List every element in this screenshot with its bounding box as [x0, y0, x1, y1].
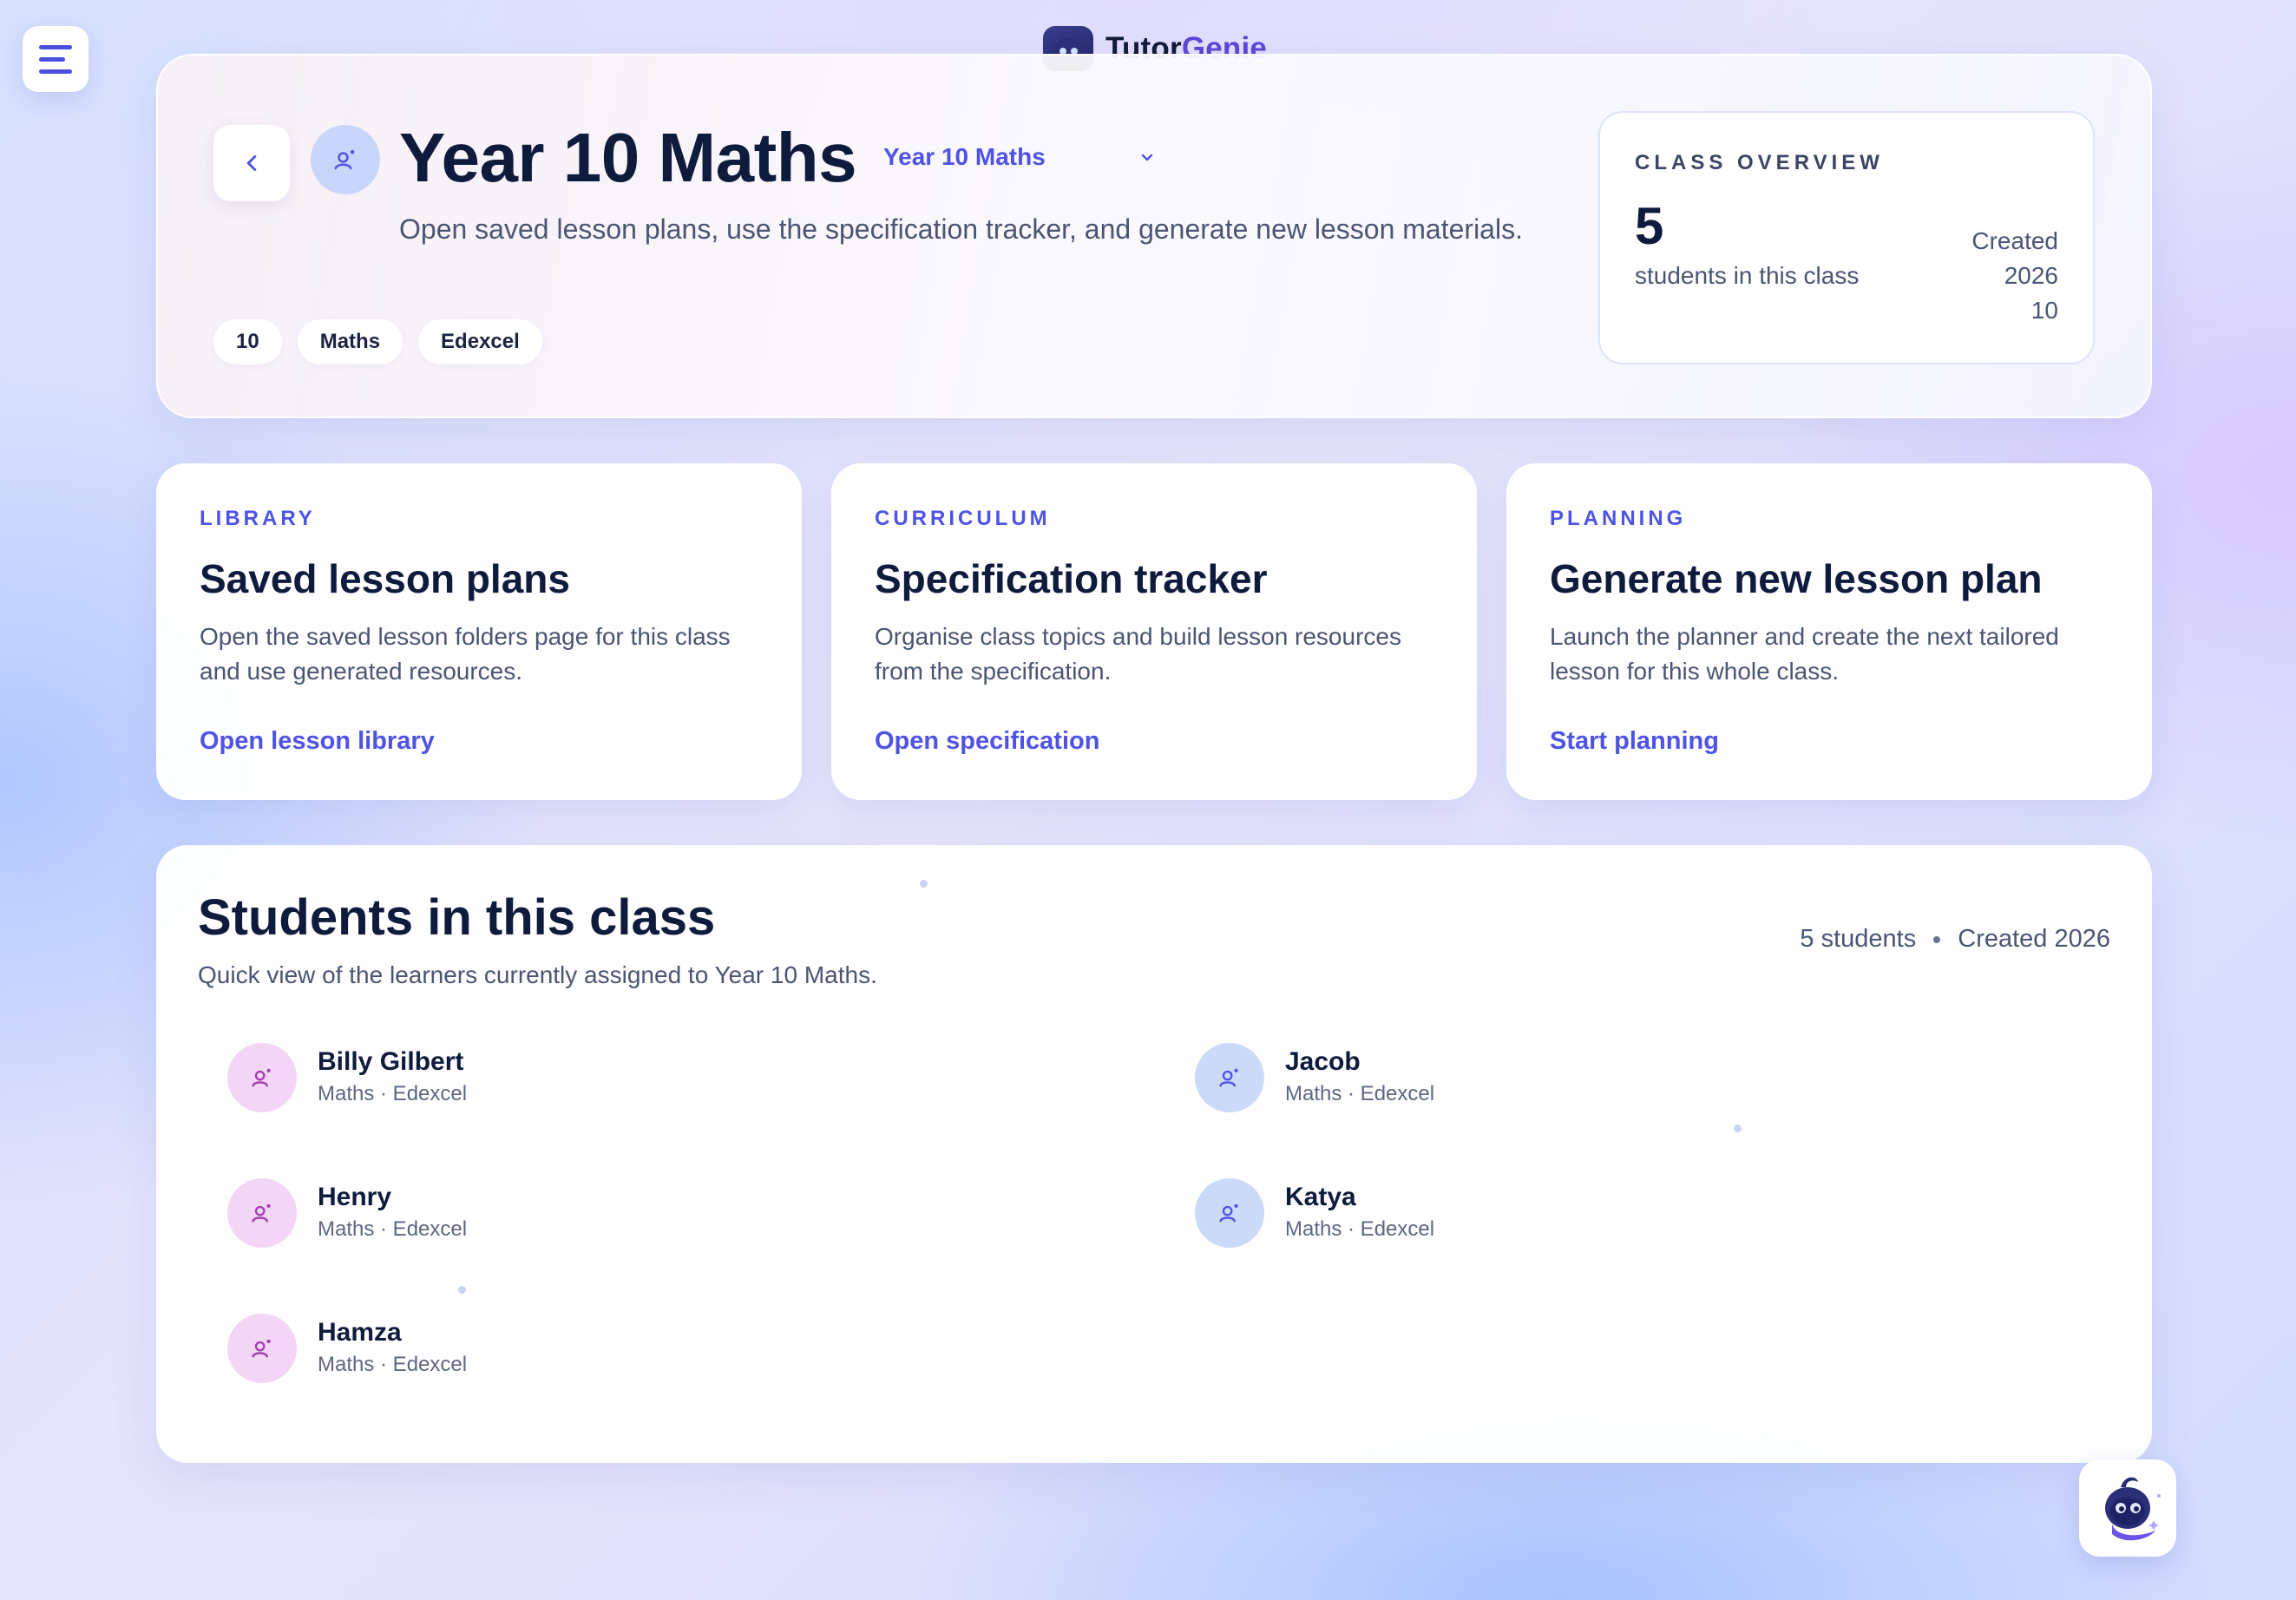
- overview-year-group: 10: [2030, 297, 2058, 324]
- student-name: Billy Gilbert: [318, 1047, 464, 1076]
- student-avatar: [1195, 1043, 1264, 1112]
- students-count: 5 students: [1800, 925, 1917, 953]
- card-curriculum: CURRICULUM Specification tracker Organis…: [831, 463, 1477, 800]
- student-name: Katya: [1285, 1183, 1356, 1211]
- student-row-billy-gilbert[interactable]: Billy Gilbert Maths · Edexcel: [156, 1026, 764, 1130]
- card-title: Saved lesson plans: [200, 556, 570, 601]
- action-cards: LIBRARY Saved lesson plans Open the save…: [156, 463, 2152, 800]
- student-icon: [334, 150, 355, 170]
- card-title: Specification tracker: [875, 556, 1268, 601]
- students-meta: 5 students Created 2026: [1800, 925, 2110, 954]
- overview-meta: Created 2026 10: [1971, 224, 2058, 328]
- class-avatar: [311, 125, 380, 194]
- genie-assistant-icon: [2105, 1477, 2161, 1541]
- student-detail: Maths · Edexcel: [318, 1082, 468, 1105]
- card-planning: PLANNING Generate new lesson plan Launch…: [1506, 463, 2152, 800]
- tag-year: 10: [213, 319, 282, 364]
- student-count-label: students in this class: [1635, 262, 1860, 289]
- class-select-value: Year 10 Maths: [883, 143, 1046, 170]
- tag-subject: Maths: [297, 319, 403, 364]
- student-avatar: [1195, 1178, 1264, 1248]
- student-icon: [252, 1068, 271, 1087]
- overview-heading: CLASS OVERVIEW: [1635, 151, 1884, 174]
- chevron-left-icon: [246, 155, 257, 171]
- open-specification-link[interactable]: Open specification: [875, 727, 1099, 756]
- class-overview-card: CLASS OVERVIEW 5 students in this class …: [1598, 111, 2095, 364]
- student-name: Jacob: [1285, 1047, 1361, 1076]
- card-title: Generate new lesson plan: [1550, 556, 2043, 601]
- decorative-dot: [1734, 1125, 1742, 1132]
- tag-exam-board: Edexcel: [418, 319, 542, 364]
- student-avatar: [227, 1178, 297, 1248]
- menu-line: [39, 56, 65, 62]
- student-row-katya[interactable]: Katya Maths · Edexcel: [1124, 1161, 1731, 1265]
- menu-button[interactable]: [23, 26, 89, 92]
- overview-created-label: Created: [1971, 227, 2058, 254]
- overview-created-year: 2026: [2004, 262, 2058, 289]
- page-description: Open saved lesson plans, use the specifi…: [399, 213, 1523, 245]
- student-avatar: [227, 1314, 297, 1383]
- student-avatar: [227, 1043, 297, 1112]
- card-description: Open the saved lesson folders page for t…: [200, 623, 731, 685]
- student-icon: [1219, 1068, 1238, 1087]
- students-panel: Students in this class Quick view of the…: [156, 845, 2152, 1463]
- card-description: Launch the planner and create the next t…: [1550, 623, 2059, 685]
- card-description: Organise class topics and build lesson r…: [875, 623, 1401, 685]
- start-planning-link[interactable]: Start planning: [1550, 727, 1719, 756]
- student-detail: Maths · Edexcel: [1285, 1082, 1435, 1105]
- genie-assistant-button[interactable]: [2079, 1459, 2176, 1557]
- student-detail: Maths · Edexcel: [1285, 1217, 1435, 1241]
- back-button[interactable]: [213, 125, 290, 201]
- student-name: Henry: [318, 1183, 392, 1211]
- student-detail: Maths · Edexcel: [318, 1353, 468, 1376]
- students-subtitle: Quick view of the learners currently ass…: [198, 961, 877, 988]
- page-title: Year 10 Maths: [399, 119, 857, 196]
- card-library: LIBRARY Saved lesson plans Open the save…: [156, 463, 802, 800]
- card-eyebrow: LIBRARY: [200, 507, 316, 530]
- students-created: Created 2026: [1958, 925, 2110, 953]
- student-icon: [252, 1203, 271, 1223]
- students-heading: Students in this class: [198, 889, 716, 946]
- menu-line: [39, 69, 72, 74]
- class-hero: Year 10 Maths Year 10 Maths Open saved l…: [156, 54, 2152, 418]
- card-eyebrow: PLANNING: [1550, 507, 1687, 530]
- student-icon: [252, 1339, 271, 1358]
- student-row-hamza[interactable]: Hamza Maths · Edexcel: [156, 1296, 764, 1400]
- class-tags: 10 Maths Edexcel: [213, 319, 542, 364]
- menu-line: [39, 44, 72, 49]
- student-name: Hamza: [318, 1318, 402, 1347]
- student-row-henry[interactable]: Henry Maths · Edexcel: [156, 1161, 764, 1265]
- chevron-down-icon: [1141, 154, 1153, 161]
- class-select-dropdown[interactable]: Year 10 Maths: [883, 137, 1170, 177]
- student-row-jacob[interactable]: Jacob Maths · Edexcel: [1124, 1026, 1731, 1130]
- student-detail: Maths · Edexcel: [318, 1217, 468, 1241]
- student-icon: [1219, 1203, 1238, 1223]
- student-count: 5: [1635, 197, 1664, 255]
- decorative-dot: [920, 880, 928, 888]
- separator-dot: [1933, 935, 1941, 943]
- decorative-dot: [458, 1286, 466, 1294]
- card-eyebrow: CURRICULUM: [875, 507, 1051, 530]
- open-lesson-library-link[interactable]: Open lesson library: [200, 727, 435, 756]
